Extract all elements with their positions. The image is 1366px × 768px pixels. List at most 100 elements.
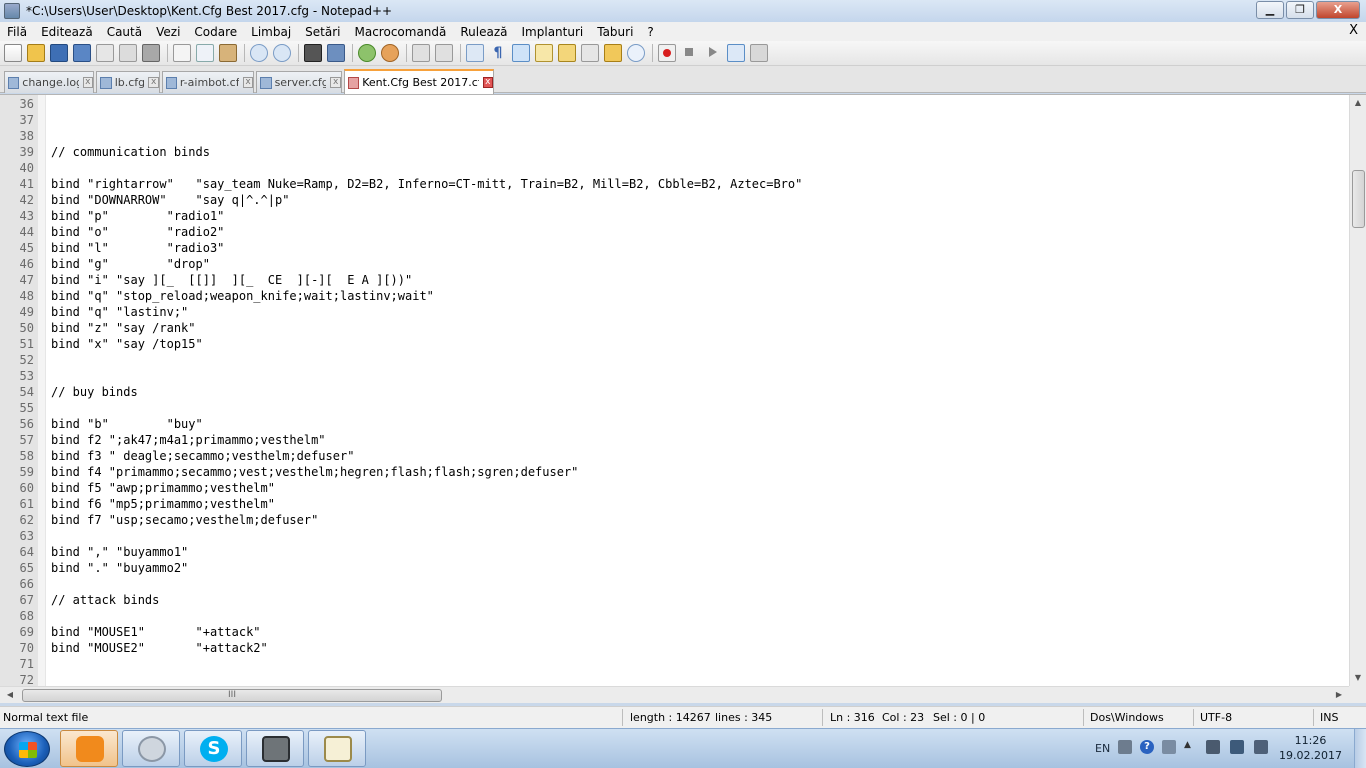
editor-line[interactable]: 54 // buy binds [0,384,1346,400]
text-editor[interactable]: 36 37 38 39 // communication binds 40 41 bind "… [0,94,1366,686]
editor-line[interactable]: 71 [0,656,1346,672]
editor-line[interactable]: 53 [0,368,1346,384]
zoom-in-icon[interactable] [358,44,376,62]
close-icon[interactable] [96,44,114,62]
taskbar-skype[interactable]: S [184,730,242,767]
editor-line[interactable]: 50 bind "z" "say /rank" [0,320,1346,336]
editor-line[interactable]: 62 bind f7 "usp;secamo;vesthelm;defuser" [0,512,1346,528]
zoom-out-icon[interactable] [381,44,399,62]
run-macro-multiple-icon[interactable] [727,44,745,62]
taskbar-notepad-plus-plus[interactable] [308,730,366,767]
keyboard-icon[interactable] [1118,740,1132,754]
menu-plugins[interactable]: Implanturi [515,25,591,39]
horizontal-scrollbar[interactable]: ◀ III ▶ [0,686,1349,703]
sync-horizontal-icon[interactable] [435,44,453,62]
user-defined-language-icon[interactable] [535,44,553,62]
editor-line[interactable]: 39 // communication binds [0,144,1346,160]
start-button[interactable] [4,731,50,767]
open-file-icon[interactable] [27,44,45,62]
taskbar-uc-browser[interactable] [60,730,118,767]
editor-line[interactable]: 36 [0,96,1346,112]
editor-line[interactable]: 67 // attack binds [0,592,1346,608]
find-icon[interactable] [304,44,322,62]
close-document-button[interactable]: X [1349,23,1358,38]
tab-close-icon[interactable]: x [482,77,493,88]
save-icon[interactable] [50,44,68,62]
menu-macro[interactable]: Macrocomandă [348,25,454,39]
language-indicator[interactable]: EN [1095,742,1110,755]
stop-recording-icon[interactable] [681,44,699,62]
save-macro-icon[interactable] [750,44,768,62]
menu-view[interactable]: Vezi [149,25,187,39]
menu-run[interactable]: Rulează [453,25,514,39]
help-icon[interactable]: ? [1140,740,1154,754]
word-wrap-icon[interactable] [466,44,484,62]
maximize-button[interactable]: ❐ [1286,1,1314,19]
menu-file[interactable]: Filă [0,25,34,39]
scroll-right-icon[interactable]: ▶ [1331,687,1347,703]
scroll-down-icon[interactable]: ▼ [1350,670,1366,686]
tab-close-icon[interactable]: x [243,77,253,88]
menu-settings[interactable]: Setări [298,25,347,39]
document-map-icon[interactable] [558,44,576,62]
editor-line[interactable]: 55 [0,400,1346,416]
menu-tabs[interactable]: Taburi [590,25,640,39]
scroll-up-icon[interactable]: ▲ [1350,95,1366,111]
editor-line[interactable]: 48 bind "q" "stop_reload;weapon_knife;wai… [0,288,1346,304]
print-icon[interactable] [142,44,160,62]
editor-line[interactable]: 63 [0,528,1346,544]
editor-line[interactable]: 56 bind "b" "buy" [0,416,1346,432]
minimize-button[interactable]: ▁ [1256,1,1284,19]
editor-line[interactable]: 70 bind "MOUSE2" "+attack2" [0,640,1346,656]
editor-line[interactable]: 47 bind "i" "say ][_ [[]] ][_ CE ][-][ E … [0,272,1346,288]
indent-guide-icon[interactable] [512,44,530,62]
menu-search[interactable]: Caută [100,25,149,39]
editor-line[interactable]: 66 [0,576,1346,592]
editor-line[interactable]: 57 bind f2 ";ak47;m4a1;primammo;vesthelm" [0,432,1346,448]
vertical-scrollbar[interactable]: ▲ ▼ [1349,95,1366,686]
editor-line[interactable]: 45 bind "l" "radio3" [0,240,1346,256]
undo-icon[interactable] [250,44,268,62]
editor-line[interactable]: 43 bind "p" "radio1" [0,208,1346,224]
close-window-button[interactable]: X [1316,1,1360,19]
editor-line[interactable]: 42 bind "DOWNARROW" "say q|^.^|p" [0,192,1346,208]
sync-vertical-icon[interactable] [412,44,430,62]
menu-edit[interactable]: Editează [34,25,100,39]
cut-icon[interactable] [173,44,191,62]
editor-line[interactable]: 49 bind "q" "lastinv;" [0,304,1346,320]
device-icon[interactable] [1206,740,1220,754]
monitoring-icon[interactable] [627,44,645,62]
system-clock[interactable]: 11:26 19.02.2017 [1279,733,1342,763]
editor-line[interactable]: 37 [0,112,1346,128]
horizontal-scroll-thumb[interactable]: III [22,689,442,702]
editor-line[interactable]: 40 [0,160,1346,176]
editor-line[interactable]: 64 bind "," "buyammo1" [0,544,1346,560]
show-hidden-icons-icon[interactable]: ▲ [1184,740,1198,754]
show-desktop-button[interactable] [1354,729,1366,768]
editor-line[interactable]: 60 bind f5 "awp;primammo;vesthelm" [0,480,1346,496]
tab-r-aimbot-cfg[interactable]: r-aimbot.cfg x [162,71,254,93]
vertical-scroll-thumb[interactable] [1352,170,1365,228]
paste-icon[interactable] [219,44,237,62]
editor-line[interactable]: 72 [0,672,1346,686]
menu-help[interactable]: ? [640,25,660,39]
close-all-icon[interactable] [119,44,137,62]
copy-icon[interactable] [196,44,214,62]
function-list-icon[interactable] [581,44,599,62]
folder-as-workspace-icon[interactable] [604,44,622,62]
tab-kent-cfg-best-2017[interactable]: Kent.Cfg Best 2017.cfg x [344,69,494,94]
editor-line[interactable]: 68 [0,608,1346,624]
playback-icon[interactable] [704,44,722,62]
editor-line[interactable]: 65 bind "." "buyammo2" [0,560,1346,576]
status-eol-format[interactable]: Dos\Windows [1090,711,1164,724]
tab-change-log[interactable]: change.log x [4,71,94,93]
tab-close-icon[interactable]: x [330,77,341,88]
editor-line[interactable]: 41 bind "rightarrow" "say_team Nuke=Ramp,… [0,176,1346,192]
editor-line[interactable]: 46 bind "g" "drop" [0,256,1346,272]
editor-line[interactable]: 61 bind f6 "mp5;primammo;vesthelm" [0,496,1346,512]
tab-close-icon[interactable]: x [148,77,159,88]
tab-lb-cfg[interactable]: lb.cfg x [96,71,160,93]
menu-language[interactable]: Limbaj [244,25,298,39]
volume-icon[interactable] [1254,740,1268,754]
editor-line[interactable]: 44 bind "o" "radio2" [0,224,1346,240]
